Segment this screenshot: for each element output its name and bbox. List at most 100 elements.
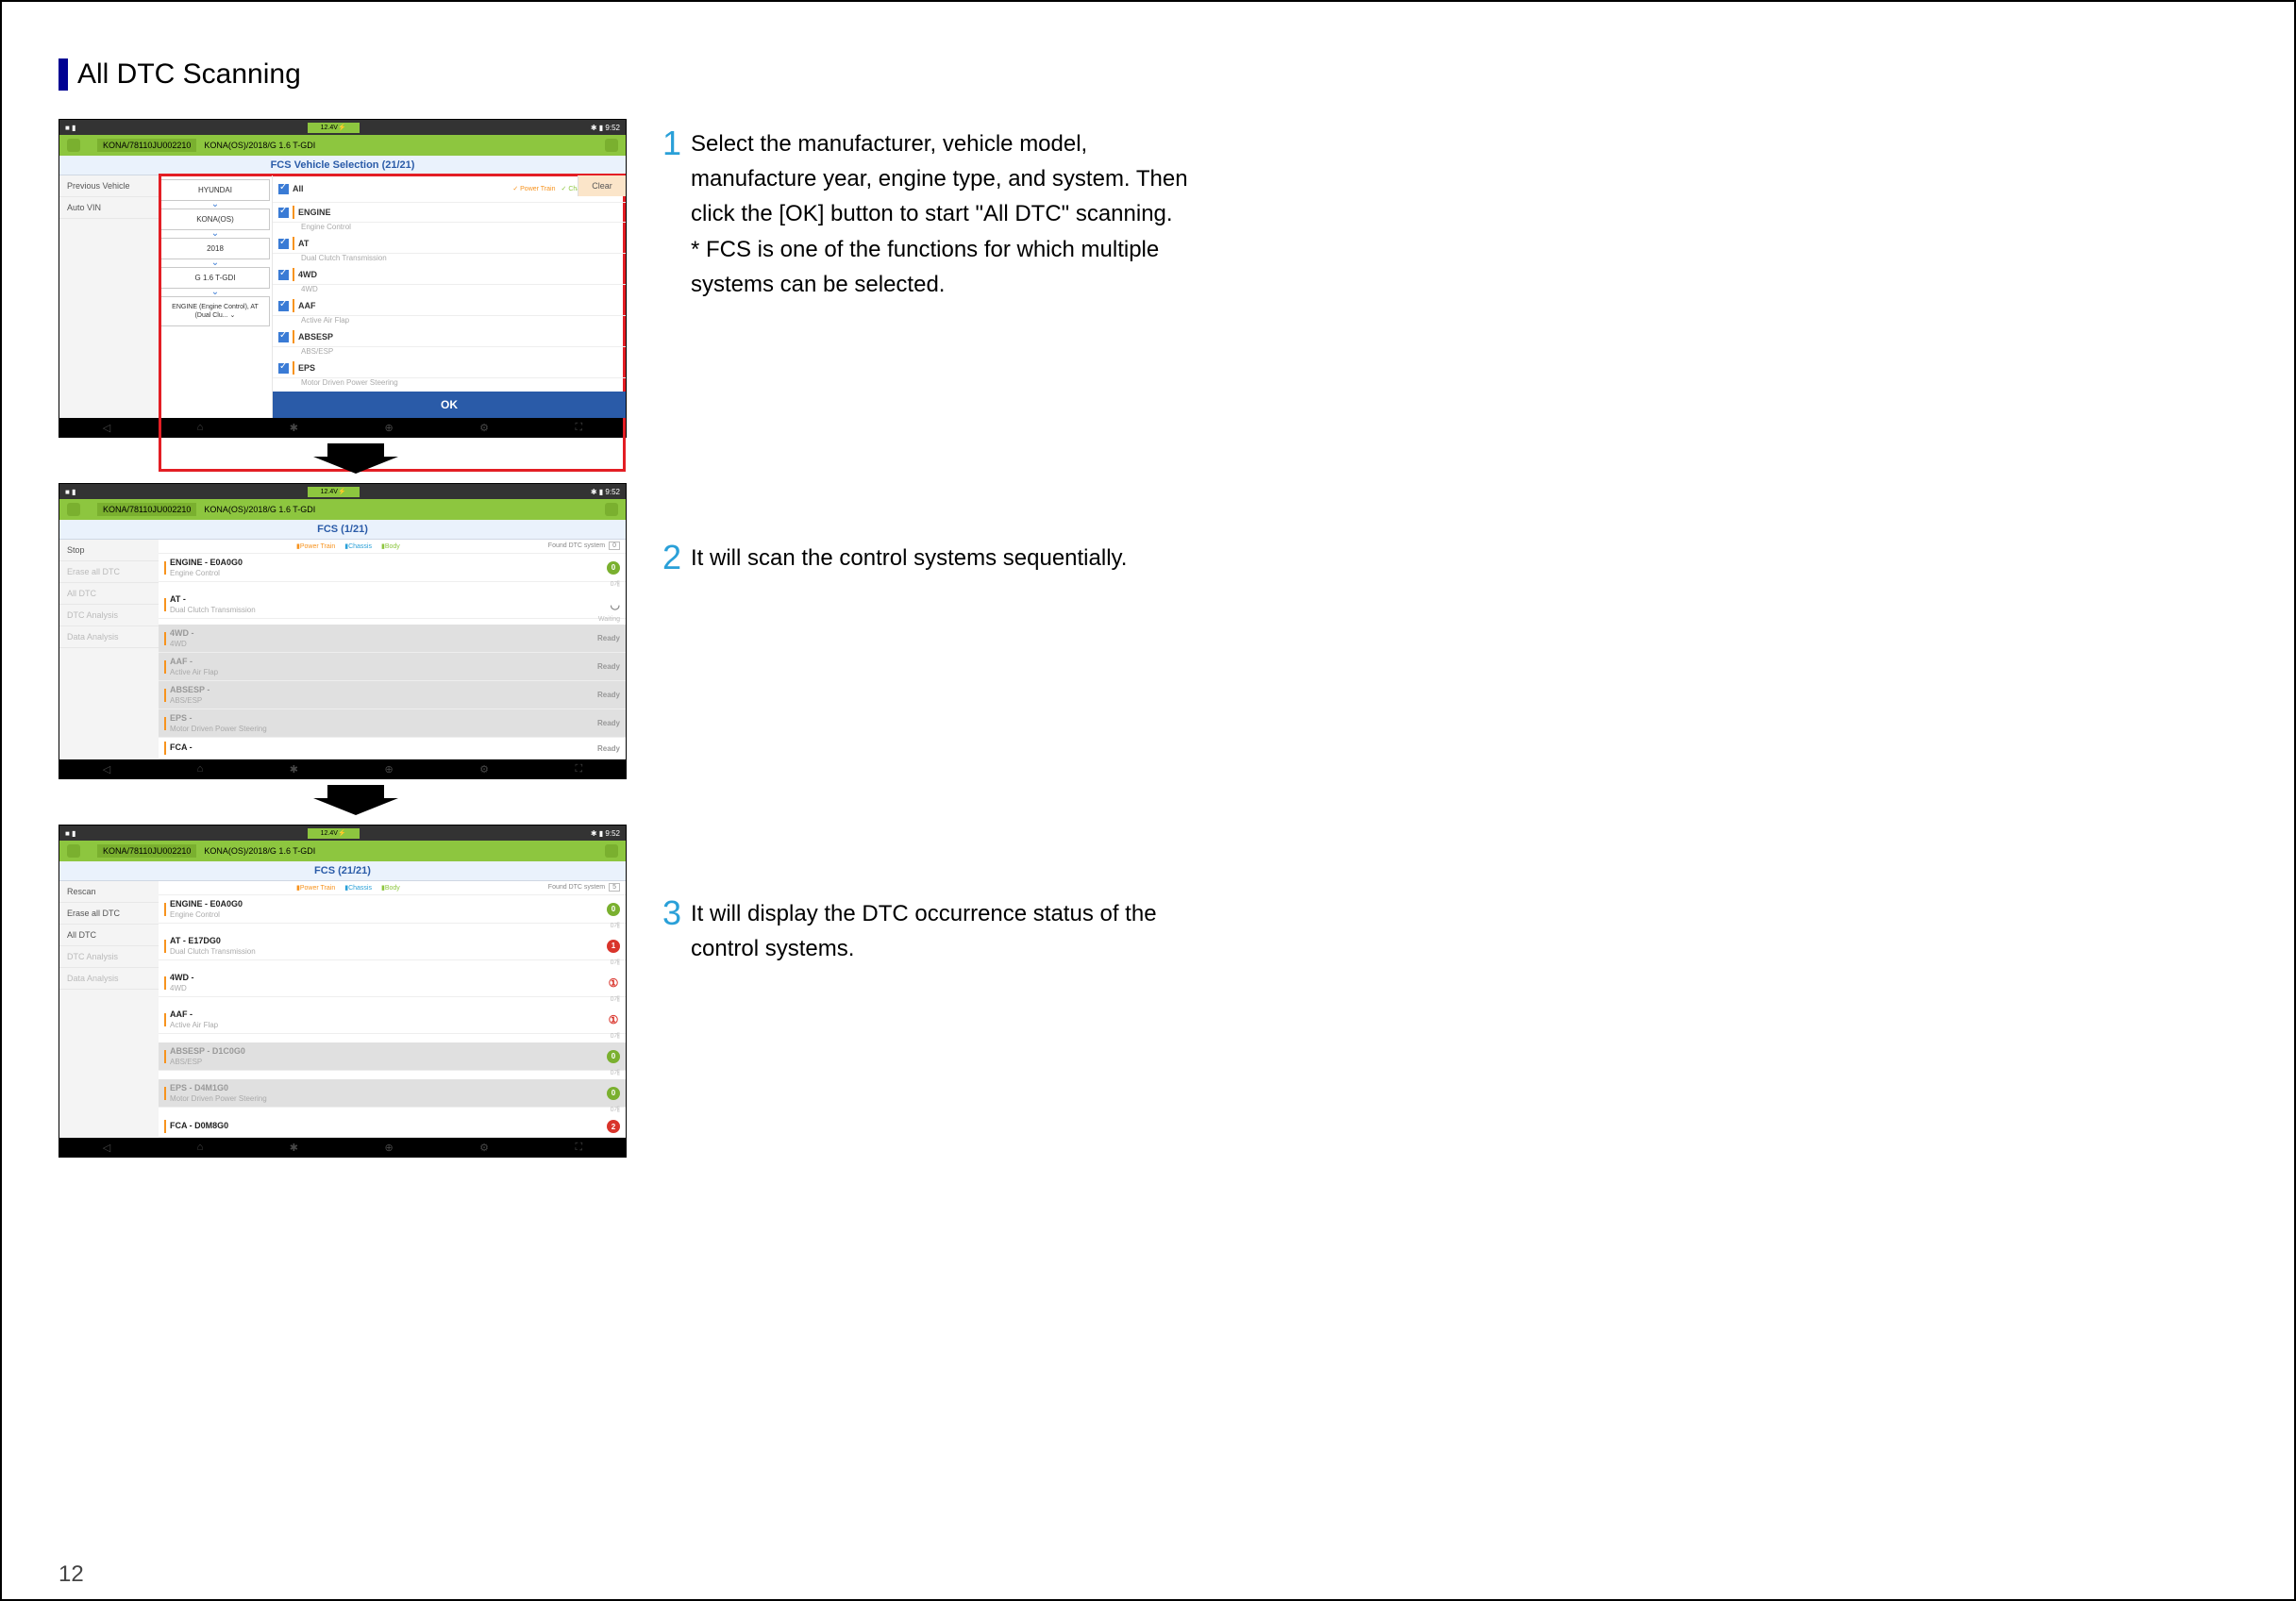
nav-icon[interactable]: ⊕ (384, 763, 393, 775)
selector-model[interactable]: KONA(OS) (160, 208, 270, 230)
scan-row[interactable]: AT - E17DG0Dual Clutch Transmission1 (159, 932, 626, 960)
step-text-2: It will scan the control systems sequent… (691, 533, 1127, 577)
nav-icon[interactable]: ⚙ (479, 763, 489, 775)
side-item[interactable]: Previous Vehicle (59, 175, 159, 197)
home-icon[interactable] (67, 139, 80, 152)
status-icons-left: ■ ▮ (65, 488, 75, 496)
legend-powertrain: ✓ Power Train (512, 185, 555, 192)
scan-row[interactable]: EPS - D4M1G0Motor Driven Power Steering0 (159, 1079, 626, 1108)
share-icon[interactable] (605, 844, 618, 858)
selector-engine[interactable]: G 1.6 T-GDI (160, 267, 270, 289)
system-code: AAF (298, 301, 316, 310)
legend-powertrain: ▮Power Train (296, 884, 335, 892)
android-nav-bar: ◁ ⌂ ✱ ⊕ ⚙ ⛶ (59, 1138, 626, 1157)
status-ready: Ready (597, 742, 620, 755)
legend-body: ▮Body (381, 884, 400, 892)
panel-title: FCS (21/21) (59, 861, 626, 881)
nav-icon[interactable]: ✱ (290, 1142, 298, 1154)
side-item[interactable]: Auto VIN (59, 197, 159, 219)
scan-row[interactable]: ENGINE - E0A0G0Engine Control0 (159, 895, 626, 924)
scan-row[interactable]: AAF -Active Air FlapReady (159, 653, 626, 681)
home-nav-icon[interactable]: ⌂ (197, 1142, 204, 1153)
legend-chassis: ▮Chassis (344, 884, 372, 892)
scan-row[interactable]: ABSESP - D1C0G0ABS/ESP 0 (159, 1042, 626, 1071)
side-item-rescan[interactable]: Rescan (59, 881, 159, 903)
scan-row[interactable]: AAF -Active Air Flap ① (159, 1006, 626, 1034)
checkbox[interactable] (278, 208, 289, 218)
status-icons-left: ■ ▮ (65, 124, 75, 132)
scan-row-title: AAF -Active Air Flap (170, 1009, 218, 1029)
scan-row-title: AT - E17DG0Dual Clutch Transmission (170, 936, 256, 956)
checkbox[interactable] (278, 363, 289, 374)
system-desc: 4WD (273, 285, 626, 296)
nav-icon[interactable]: ⊕ (384, 422, 393, 434)
scan-row[interactable]: EPS -Motor Driven Power SteeringReady (159, 709, 626, 738)
back-icon[interactable]: ◁ (103, 1142, 110, 1154)
nav-icon[interactable]: ⚙ (479, 1142, 489, 1154)
scan-row[interactable]: ENGINE - E0A0G0Engine Control0 (159, 554, 626, 582)
home-icon[interactable] (67, 503, 80, 516)
selector-year[interactable]: 2018 (160, 238, 270, 259)
home-icon[interactable] (67, 844, 80, 858)
nav-icon[interactable]: ⊕ (384, 1142, 393, 1154)
status-badge-ok: 0 (607, 903, 620, 916)
share-icon[interactable] (605, 503, 618, 516)
ok-button[interactable]: OK (273, 392, 626, 418)
scan-row-title: 4WD -4WD (170, 628, 194, 648)
scan-row-title: ABSESP - D1C0G0ABS/ESP (170, 1046, 245, 1066)
status-icons-right: ✱ ▮ 9:52 (591, 488, 620, 496)
system-desc: Dual Clutch Transmission (273, 254, 626, 265)
checkbox-all[interactable] (278, 184, 289, 194)
side-item[interactable]: Erase all DTC (59, 903, 159, 925)
clear-button[interactable]: Clear (578, 175, 626, 196)
nav-icon[interactable]: ✱ (290, 422, 298, 434)
scan-row[interactable]: 4WD -4WD① (159, 969, 626, 997)
legend-body: ▮Body (381, 542, 400, 550)
scan-row[interactable]: 4WD -4WDReady (159, 625, 626, 653)
home-nav-icon[interactable]: ⌂ (197, 763, 204, 775)
share-icon[interactable] (605, 139, 618, 152)
scan-row-title: EPS -Motor Driven Power Steering (170, 713, 267, 733)
back-icon[interactable]: ◁ (103, 763, 110, 775)
selector-make[interactable]: HYUNDAI (160, 179, 270, 201)
side-item: All DTC (59, 583, 159, 605)
status-badge-ok: 0 (607, 1050, 620, 1063)
scan-row-title: 4WD -4WD (170, 973, 194, 992)
home-nav-icon[interactable]: ⌂ (197, 422, 204, 433)
system-desc: ABS/ESP (273, 347, 626, 359)
checkbox[interactable] (278, 270, 289, 280)
section-title: All DTC Scanning (59, 58, 2237, 91)
scan-row[interactable]: AT -Dual Clutch Transmission◡ (159, 591, 626, 619)
scan-row[interactable]: FCA -Ready (159, 738, 626, 759)
status-icons-right: ✱ ▮ 9:52 (591, 124, 620, 132)
scan-row[interactable]: ABSESP -ABS/ESPReady (159, 681, 626, 709)
checkbox[interactable] (278, 332, 289, 342)
side-item-stop[interactable]: Stop (59, 540, 159, 561)
system-code: EPS (298, 363, 315, 373)
found-dtc-label: Found DTC system0 (548, 542, 620, 550)
expand-icon[interactable]: ⛶ (576, 1142, 583, 1154)
scan-row-title: FCA - D0M8G0 (170, 1121, 228, 1132)
nav-icon[interactable]: ✱ (290, 763, 298, 775)
selector-system[interactable]: ENGINE (Engine Control), AT (Dual Clu...… (160, 296, 270, 326)
status-badge-warn: ① (607, 1013, 620, 1026)
back-icon[interactable]: ◁ (103, 422, 110, 434)
nav-icon[interactable]: ⚙ (479, 422, 489, 434)
vehicle-path: KONA(OS)/2018/G 1.6 T-GDI (204, 141, 315, 150)
side-item: Data Analysis (59, 626, 159, 648)
expand-icon[interactable]: ⛶ (576, 763, 583, 775)
screenshot-2: ■ ▮ 12.4V ⚡ ✱ ▮ 9:52 KONA/78110JU002210 … (59, 483, 627, 779)
status-icons-right: ✱ ▮ 9:52 (591, 829, 620, 838)
side-item[interactable]: All DTC (59, 925, 159, 946)
checkbox[interactable] (278, 301, 289, 311)
scan-row-title: ENGINE - E0A0G0Engine Control (170, 558, 243, 577)
expand-icon[interactable]: ⛶ (576, 422, 583, 434)
scan-row[interactable]: FCA - D0M8G02 (159, 1116, 626, 1138)
status-ready: Ready (597, 660, 620, 674)
voltage-badge: 12.4V ⚡ (308, 487, 360, 497)
checkbox[interactable] (278, 239, 289, 249)
vehicle-path: KONA(OS)/2018/G 1.6 T-GDI (204, 846, 315, 856)
step-text-3: It will display the DTC occurrence statu… (691, 889, 1219, 966)
side-item: DTC Analysis (59, 946, 159, 968)
scan-row-title: AT -Dual Clutch Transmission (170, 594, 256, 614)
